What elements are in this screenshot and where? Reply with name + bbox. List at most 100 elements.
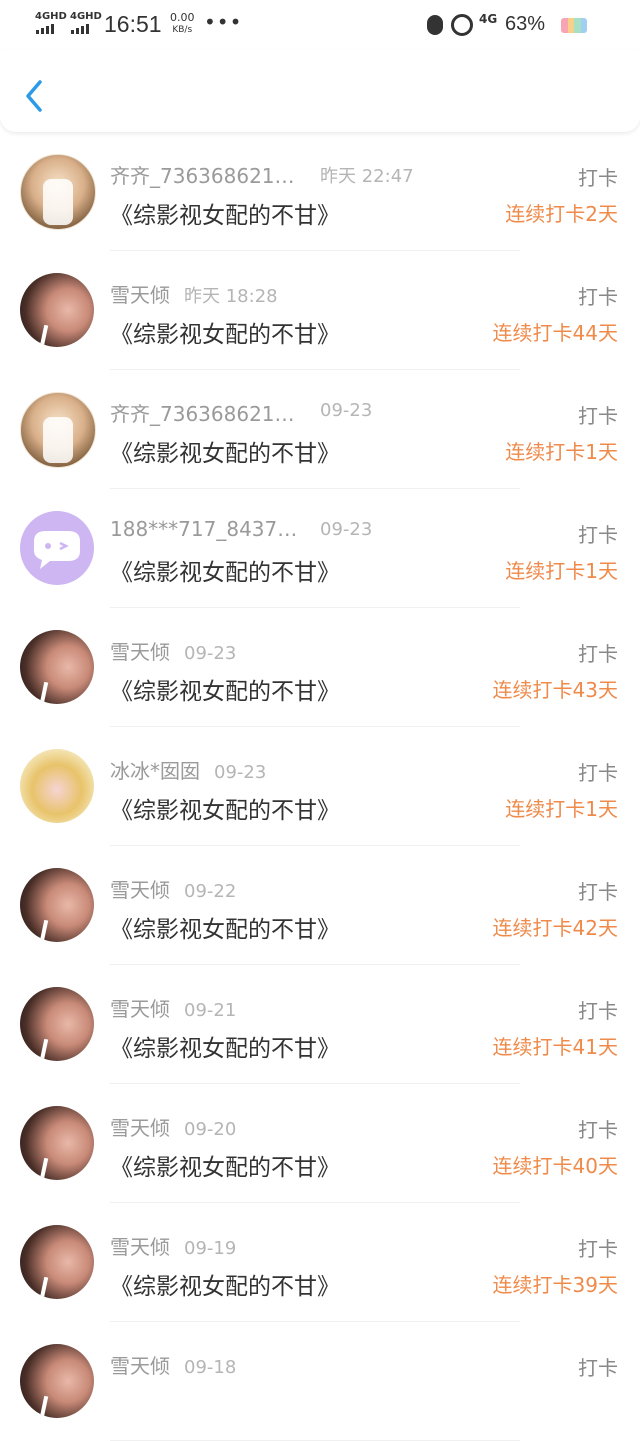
- checkin-tag: 打卡: [578, 523, 618, 547]
- timestamp: 09-19: [184, 1238, 237, 1259]
- timestamp: 09-20: [184, 1119, 237, 1140]
- network-type: 4G: [479, 12, 498, 26]
- item-meta: 齐齐_736368621… 09-23: [110, 398, 372, 427]
- bluetooth-icon: [427, 15, 443, 35]
- alarm-icon: [451, 14, 473, 36]
- avatar[interactable]: [20, 630, 94, 704]
- signal-label-2: 4GHD: [70, 11, 102, 22]
- book-title[interactable]: 《综影视女配的不甘》: [110, 1148, 340, 1182]
- timestamp: 09-18: [184, 1357, 237, 1378]
- book-title[interactable]: 《综影视女配的不甘》: [110, 553, 340, 587]
- streak-count: 连续打卡44天: [492, 321, 618, 345]
- network-speed-value: 0.00: [170, 11, 195, 24]
- streak-count: 连续打卡40天: [492, 1154, 618, 1178]
- user-name[interactable]: 雪天倾: [110, 878, 170, 902]
- avatar[interactable]: [20, 273, 94, 347]
- item-meta: 雪天倾 09-21: [110, 993, 236, 1022]
- user-name[interactable]: 雪天倾: [110, 1235, 170, 1259]
- checkin-tag: 打卡: [578, 761, 618, 785]
- checkin-tag: 打卡: [578, 166, 618, 190]
- list-item[interactable]: 雪天倾 09-20 《综影视女配的不甘》 打卡 连续打卡40天: [0, 1084, 640, 1203]
- list-item[interactable]: 齐齐_736368621… 09-23 《综影视女配的不甘》 打卡连续打卡1天: [0, 370, 640, 489]
- book-title[interactable]: 《综影视女配的不甘》: [110, 910, 340, 944]
- list-item[interactable]: 188***717_8437… 09-23 《综影视女配的不甘》 打卡连续打卡1天: [0, 489, 640, 608]
- timestamp: 昨天 18:28: [184, 286, 278, 307]
- item-meta: 冰冰*囡囡 09-23: [110, 755, 266, 784]
- avatar[interactable]: [20, 154, 96, 230]
- user-name[interactable]: 雪天倾: [110, 1354, 170, 1378]
- item-meta: 雪天倾 09-18: [110, 1350, 236, 1379]
- book-title[interactable]: 《综影视女配的不甘》: [110, 1029, 340, 1063]
- book-title[interactable]: 《综影视女配的不甘》: [110, 791, 340, 825]
- item-meta: 雪天倾 09-22: [110, 874, 236, 903]
- clock: 16:51: [104, 11, 162, 37]
- list-item[interactable]: 雪天倾 09-21 《综影视女配的不甘》 打卡 连续打卡41天: [0, 965, 640, 1084]
- signal-label-1: 4GHD: [35, 11, 67, 22]
- checkin-tag: 打卡: [578, 999, 618, 1023]
- item-meta: 齐齐_736368621… 昨天 22:47: [110, 160, 414, 189]
- book-title[interactable]: 《综影视女配的不甘》: [110, 672, 340, 706]
- signal-bars-2-icon: [71, 24, 89, 34]
- timestamp: 09-21: [184, 1000, 237, 1021]
- timestamp: 09-23: [320, 400, 373, 421]
- streak-count: 连续打卡42天: [492, 916, 618, 940]
- user-name[interactable]: 齐齐_736368621…: [110, 402, 295, 426]
- item-meta: 雪天倾 09-20: [110, 1112, 236, 1141]
- book-title[interactable]: 《综影视女配的不甘》: [110, 196, 340, 230]
- list-item[interactable]: 雪天倾 09-22 《综影视女配的不甘》 打卡连续打卡42天: [0, 846, 640, 965]
- avatar[interactable]: [20, 749, 94, 823]
- book-title[interactable]: 《综影视女配的不甘》: [110, 434, 340, 468]
- user-name[interactable]: 雪天倾: [110, 283, 170, 307]
- streak-count: 连续打卡43天: [492, 678, 618, 702]
- avatar[interactable]: [20, 1225, 94, 1299]
- signal-bars-1-icon: [36, 24, 54, 34]
- user-name[interactable]: 冰冰*囡囡: [110, 759, 200, 783]
- avatar[interactable]: [20, 511, 94, 585]
- streak-count: 连续打卡1天: [505, 440, 618, 464]
- timestamp: 09-22: [184, 881, 237, 902]
- streak-count: 连续打卡2天: [505, 202, 618, 226]
- more-notifications-icon: •••: [204, 10, 243, 34]
- battery-icon: [561, 18, 587, 33]
- avatar[interactable]: [20, 1344, 94, 1418]
- user-name[interactable]: 齐齐_736368621…: [110, 164, 295, 188]
- checkin-list: 齐齐_736368621… 昨天 22:47 《综影视女配的不甘》 打卡 连续打卡2天雪…: [0, 132, 640, 1441]
- item-meta: 雪天倾 昨天 18:28: [110, 279, 278, 308]
- streak-count: 连续打卡1天: [505, 797, 618, 821]
- book-title[interactable]: 《综影视女配的不甘》: [110, 315, 340, 349]
- list-item[interactable]: 雪天倾 昨天 18:28 《综影视女配的不甘》 打卡连续打卡44天: [0, 251, 640, 370]
- timestamp: 09-23: [184, 643, 237, 664]
- user-name[interactable]: 雪天倾: [110, 997, 170, 1021]
- item-meta: 雪天倾 09-19: [110, 1231, 236, 1260]
- battery-percent: 63%: [505, 13, 546, 35]
- checkin-tag: 打卡: [578, 1356, 618, 1380]
- nav-bar: [0, 50, 640, 132]
- list-item[interactable]: 雪天倾 09-23 《综影视女配的不甘》 打卡连续打卡43天: [0, 608, 640, 727]
- network-speed-unit: KB/s: [172, 25, 193, 35]
- item-meta: 188***717_8437… 09-23: [110, 517, 372, 541]
- streak-count: 连续打卡39天: [492, 1273, 618, 1297]
- list-item[interactable]: 冰冰*囡囡 09-23 《综影视女配的不甘》 打卡连续打卡1天: [0, 727, 640, 846]
- streak-count: 连续打卡1天: [505, 559, 618, 583]
- checkin-tag: 打卡: [578, 404, 618, 428]
- avatar[interactable]: [20, 987, 94, 1061]
- avatar[interactable]: [20, 868, 94, 942]
- checkin-tag: 打卡: [578, 285, 618, 309]
- timestamp: 09-23: [214, 762, 267, 783]
- checkin-tag: 打卡: [578, 880, 618, 904]
- user-name[interactable]: 188***717_8437…: [110, 517, 297, 541]
- book-title[interactable]: 《综影视女配的不甘》: [110, 1267, 340, 1301]
- checkin-tag: 打卡: [578, 642, 618, 666]
- item-meta: 雪天倾 09-23: [110, 636, 236, 665]
- avatar[interactable]: [20, 392, 96, 468]
- checkin-tag: 打卡: [578, 1237, 618, 1261]
- avatar[interactable]: [20, 1106, 94, 1180]
- status-bar: 4GHD 4GHD 16:51 0.00 KB/s ••• 4G 63%: [0, 0, 640, 50]
- list-item[interactable]: 齐齐_736368621… 昨天 22:47 《综影视女配的不甘》 打卡连续打卡2天: [0, 132, 640, 251]
- list-item[interactable]: 雪天倾 09-18 打卡: [0, 1322, 640, 1441]
- user-name[interactable]: 雪天倾: [110, 640, 170, 664]
- chevron-left-icon[interactable]: [20, 78, 50, 114]
- user-name[interactable]: 雪天倾: [110, 1116, 170, 1140]
- chat-bubble-icon: [34, 531, 80, 569]
- list-item[interactable]: 雪天倾 09-19 《综影视女配的不甘》 打卡连续打卡39天: [0, 1203, 640, 1322]
